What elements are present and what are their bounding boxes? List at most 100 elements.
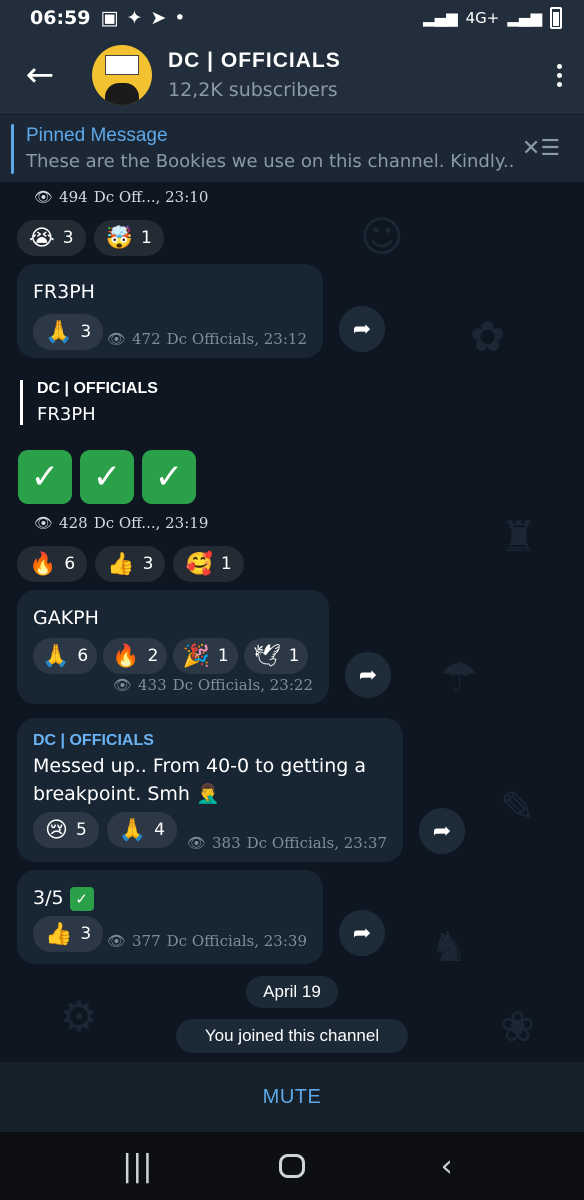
- share-button[interactable]: ➦: [339, 306, 385, 352]
- dot-icon: [556, 81, 562, 87]
- share-button[interactable]: ➦: [419, 808, 465, 854]
- recent-apps-button[interactable]: |||: [97, 1149, 177, 1184]
- reaction-chip[interactable]: 🔥 2: [103, 638, 168, 674]
- reaction-count: 1: [140, 228, 152, 248]
- reaction-count: 1: [217, 646, 229, 666]
- message-bubble[interactable]: 3/5 ✓ 👍 3 👁 377 Dc Officials, 23:39: [17, 870, 323, 964]
- eye-icon: 👁: [112, 676, 132, 694]
- message-bubble[interactable]: GAKPH 🙏 6 🔥 2 🎉 1 🕊 1 👁 433 Dc Officials…: [17, 590, 329, 704]
- pinned-title: Pinned Message: [26, 125, 168, 146]
- service-message: You joined this channel: [176, 1019, 408, 1053]
- network-type: 4G+: [465, 9, 500, 27]
- share-arrow-icon: ➦: [352, 316, 372, 342]
- reaction-chip[interactable]: 👍 3: [33, 916, 104, 952]
- recent-apps-icon: |||: [122, 1148, 153, 1184]
- message-bubble[interactable]: DC | OFFICIALS Messed up.. From 40-0 to …: [17, 718, 403, 862]
- dot-icon: [556, 63, 562, 69]
- reactions-row: 🔥 6 👍 3 🥰 1: [17, 546, 244, 582]
- author-time: Dc Officials, 23:12: [166, 330, 307, 348]
- share-arrow-icon: ➦: [432, 818, 452, 844]
- mute-button[interactable]: MUTE: [0, 1062, 584, 1132]
- check-mark-icon: ✓: [80, 450, 134, 504]
- share-arrow-icon: ➦: [358, 662, 378, 688]
- party-popper-emoji-icon: 🎉: [182, 643, 210, 669]
- gallery-icon: ▣: [100, 7, 119, 29]
- reply-sender: DC | OFFICIALS: [37, 380, 158, 397]
- message-meta: 👁 494 Dc Off..., 23:10: [34, 188, 208, 206]
- doodle-icon: ✿: [470, 312, 506, 361]
- status-time: 06:59: [30, 7, 91, 29]
- home-icon: [278, 1154, 305, 1178]
- channel-info[interactable]: DC | OFFICIALS 12,2K subscribers: [168, 49, 341, 101]
- subscriber-count: 12,2K subscribers: [168, 79, 338, 101]
- check-emojis: ✓ ✓ ✓: [18, 450, 204, 504]
- reaction-chip[interactable]: 👍 3: [95, 546, 166, 582]
- author-time: Dc Officials, 23:39: [166, 932, 307, 950]
- system-nav-bar: ||| ‹: [0, 1132, 584, 1200]
- pin-list-icon[interactable]: ✕☰: [516, 136, 566, 161]
- reaction-count: 5: [75, 820, 87, 840]
- view-count: 472: [132, 330, 161, 348]
- pinned-message-bar[interactable]: Pinned Message These are the Bookies we …: [0, 114, 584, 182]
- message-meta: 👁 377 Dc Officials, 23:39: [107, 932, 307, 950]
- back-nav-button[interactable]: ‹: [407, 1149, 487, 1184]
- message-text-row: 3/5 ✓: [33, 884, 307, 912]
- check-mark-icon: ✓: [18, 450, 72, 504]
- chevron-left-icon: ‹: [440, 1148, 453, 1184]
- message-meta: 👁 433 Dc Officials, 23:22: [113, 676, 313, 694]
- view-count: 433: [138, 676, 167, 694]
- twitter-icon: ✦: [126, 7, 143, 29]
- reaction-chip[interactable]: 🙏 4: [106, 812, 177, 848]
- fire-emoji-icon: 🔥: [112, 643, 140, 669]
- smiling-hearts-emoji-icon: 🥰: [185, 551, 213, 577]
- reaction-chip[interactable]: 🎉 1: [173, 638, 238, 674]
- reaction-count: 3: [80, 322, 92, 342]
- chat-area[interactable]: ☺ ✿ ♜ ☂ ✎ ♞ ⚙ ❀ 👁 494 Dc Off..., 23:10 😭…: [0, 182, 584, 1062]
- doodle-icon: ✎: [500, 782, 536, 831]
- reaction-chip[interactable]: 🔥 6: [17, 546, 88, 582]
- doodle-icon: ☺: [360, 212, 404, 261]
- reply-text: FR3PH: [37, 404, 96, 425]
- back-button[interactable]: ←: [0, 36, 80, 114]
- reaction-chip[interactable]: 😭 3: [17, 220, 86, 256]
- eye-icon: 👁: [34, 188, 54, 206]
- view-count: 383: [212, 834, 241, 852]
- reaction-chip[interactable]: 🤯 1: [93, 220, 164, 256]
- author-time: Dc Officials, 23:22: [172, 676, 313, 694]
- thumbs-up-emoji-icon: 👍: [107, 551, 135, 577]
- reaction-count: 2: [147, 646, 159, 666]
- message-meta: 👁 428 Dc Off..., 23:19: [34, 514, 208, 532]
- channel-avatar[interactable]: [92, 45, 152, 105]
- share-button[interactable]: ➦: [345, 652, 391, 698]
- thumbs-up-emoji-icon: 👍: [45, 921, 73, 947]
- more-options-button[interactable]: [534, 36, 584, 114]
- check-mark-icon: ✓: [142, 450, 196, 504]
- view-count: 377: [132, 932, 161, 950]
- eye-icon: 👁: [34, 514, 54, 532]
- reaction-count: 6: [64, 554, 76, 574]
- reaction-chip[interactable]: 🕊 1: [243, 638, 309, 674]
- pray-emoji-icon: 🙏: [42, 643, 70, 669]
- message-text: Messed up.. From 40-0 to getting a break…: [33, 755, 366, 805]
- home-button[interactable]: [252, 1154, 332, 1178]
- dove-emoji-icon: 🕊: [252, 643, 281, 669]
- share-button[interactable]: ➦: [339, 910, 385, 956]
- reactions-row: 🙏 6 🔥 2 🎉 1 🕊 1: [33, 638, 313, 674]
- reaction-chip[interactable]: 🥰 1: [173, 546, 244, 582]
- signal-icon: ▂▄▆: [423, 9, 458, 27]
- notification-dot-icon: •: [174, 7, 186, 29]
- reaction-chip[interactable]: 🙏 6: [33, 638, 98, 674]
- reply-preview[interactable]: DC | OFFICIALS FR3PH: [20, 380, 158, 425]
- view-count: 494: [59, 188, 88, 206]
- reaction-chip[interactable]: 😢 5: [33, 812, 99, 848]
- back-arrow-icon: ←: [25, 55, 55, 95]
- message-sender: DC | OFFICIALS: [33, 732, 154, 749]
- pray-emoji-icon: 🙏: [45, 319, 73, 345]
- reaction-count: 1: [220, 554, 232, 574]
- reaction-chip[interactable]: 🙏 3: [33, 314, 104, 350]
- message-bubble[interactable]: FR3PH 🙏 3 👁 472 Dc Officials, 23:12: [17, 264, 323, 358]
- date-separator: April 19: [246, 976, 338, 1008]
- message-meta: 👁 472 Dc Officials, 23:12: [107, 330, 307, 348]
- author-time: Dc Officials, 23:37: [246, 834, 387, 852]
- battery-icon: [550, 7, 562, 29]
